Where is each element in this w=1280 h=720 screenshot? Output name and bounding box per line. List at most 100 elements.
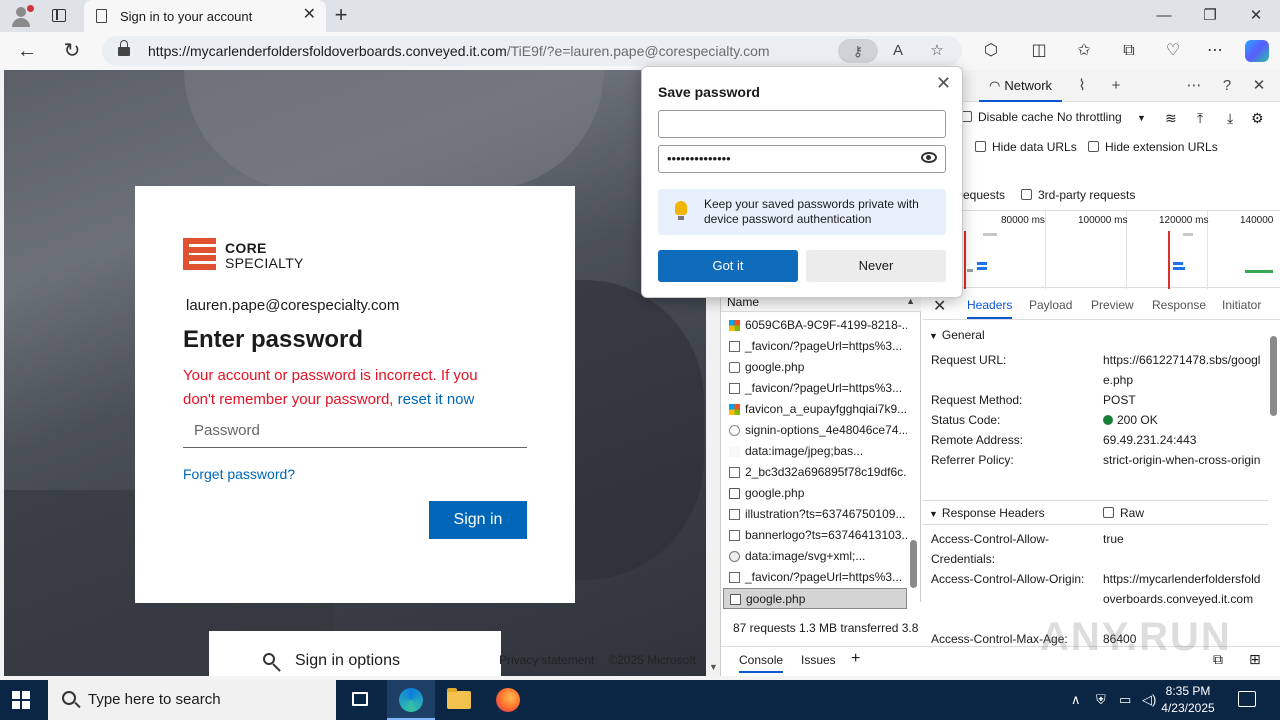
- minimize-icon[interactable]: —: [1141, 0, 1187, 32]
- address-bar[interactable]: https://mycarlenderfoldersfoldoverboards…: [102, 36, 962, 66]
- throttling-select[interactable]: No throttling ▼: [1057, 110, 1146, 124]
- request-row[interactable]: google.php: [723, 357, 907, 378]
- url-text[interactable]: https://mycarlenderfoldersfoldoverboards…: [148, 43, 770, 59]
- export-har-icon[interactable]: ⤓: [1227, 110, 1233, 127]
- collections-icon[interactable]: ⧉: [1117, 40, 1141, 62]
- browser-tab[interactable]: Sign in to your account ✕: [84, 0, 326, 32]
- third-party-checkbox[interactable]: 3rd-party requests: [1021, 188, 1135, 202]
- edge-taskbar-icon[interactable]: [387, 680, 435, 720]
- task-view-icon[interactable]: [336, 680, 384, 720]
- password-field[interactable]: [183, 414, 527, 448]
- new-tab-icon[interactable]: +: [330, 4, 352, 26]
- tab-headers[interactable]: Headers: [967, 298, 1013, 319]
- tab-response[interactable]: Response: [1152, 298, 1206, 312]
- request-row[interactable]: bannerlogo?ts=63746413103...: [723, 525, 907, 546]
- got-it-button[interactable]: Got it: [658, 250, 798, 282]
- request-row[interactable]: google.php: [723, 483, 907, 504]
- password-key-icon[interactable]: ⚷: [838, 39, 878, 63]
- request-row[interactable]: 6059C6BA-9C9F-4199-8218-...: [723, 315, 907, 336]
- network-conditions-icon[interactable]: ≋: [1165, 110, 1177, 127]
- file-explorer-icon[interactable]: [435, 680, 483, 720]
- import-har-icon[interactable]: ⤒: [1197, 110, 1203, 127]
- refresh-icon[interactable]: ↻: [57, 37, 87, 65]
- tab-actions-icon[interactable]: [48, 6, 70, 26]
- request-name: signin-options_4e48046ce74...: [745, 423, 907, 437]
- logo-text-specialty: SPECIALTY: [225, 255, 304, 271]
- windows-taskbar: Type here to search ∧ ⛨ ▭ ◁) 8:35 PM 4/2…: [0, 680, 1280, 720]
- general-section-toggle[interactable]: ▼ General: [929, 328, 985, 342]
- privacy-statement-link[interactable]: Privacy statement: [499, 653, 594, 667]
- undock-icon[interactable]: ⊞: [1249, 651, 1261, 668]
- raw-checkbox[interactable]: Raw: [1103, 506, 1144, 520]
- extensions-icon[interactable]: ⬡: [979, 40, 1003, 62]
- request-row[interactable]: favicon_a_eupayfgghqiai7k9...: [723, 399, 907, 420]
- tab-initiator[interactable]: Initiator: [1222, 298, 1261, 312]
- network-settings-gear-icon[interactable]: ⚙: [1251, 110, 1264, 127]
- details-tab-bar: ✕ Headers Payload Preview Response Initi…: [923, 292, 1280, 320]
- request-row[interactable]: illustration?ts=63746750109...: [723, 504, 907, 525]
- performance-icon[interactable]: ⌇: [1071, 76, 1093, 96]
- copilot-icon[interactable]: [1245, 40, 1269, 62]
- tab-payload[interactable]: Payload: [1029, 298, 1072, 312]
- firefox-icon[interactable]: [484, 680, 532, 720]
- request-list-scrollbar[interactable]: [908, 312, 920, 602]
- reset-password-link[interactable]: reset it now: [398, 391, 475, 408]
- profile-avatar-icon[interactable]: [8, 4, 34, 28]
- request-row[interactable]: _favicon/?pageUrl=https%3...: [723, 336, 907, 357]
- show-password-eye-icon[interactable]: [921, 152, 937, 163]
- network-timeline-overview[interactable]: 80000 ms 100000 ms 120000 ms 140000: [963, 210, 1280, 289]
- split-screen-icon[interactable]: ◫: [1027, 40, 1051, 62]
- favorites-icon[interactable]: ✩: [1072, 40, 1096, 62]
- more-menu-icon[interactable]: ⋯: [1203, 40, 1227, 62]
- third-party-label: 3rd-party requests: [1038, 188, 1136, 202]
- notifications-icon[interactable]: [1238, 691, 1256, 707]
- tab-preview[interactable]: Preview: [1091, 298, 1134, 312]
- request-row[interactable]: _favicon/?pageUrl=https%3...: [723, 378, 907, 399]
- taskbar-clock[interactable]: 8:35 PM 4/23/2025: [1148, 683, 1228, 717]
- close-devtools-icon[interactable]: ✕: [1248, 76, 1270, 96]
- network-icon[interactable]: ▭: [1119, 692, 1131, 708]
- taskbar-search-box[interactable]: Type here to search: [48, 680, 336, 720]
- watermark: ANY.RUN: [1040, 615, 1232, 659]
- back-icon[interactable]: ←: [12, 37, 42, 65]
- add-panel-icon[interactable]: +: [1105, 76, 1127, 96]
- request-row[interactable]: data:image/jpeg;bas...: [723, 441, 907, 462]
- tab-issues[interactable]: Issues: [801, 653, 836, 667]
- saved-password-field[interactable]: ••••••••••••••: [658, 145, 946, 173]
- disable-cache-checkbox[interactable]: Disable cache: [961, 110, 1053, 124]
- lock-icon[interactable]: [118, 40, 130, 56]
- close-window-icon[interactable]: ✕: [1233, 0, 1279, 32]
- read-aloud-icon[interactable]: A: [886, 40, 910, 62]
- browser-essentials-icon[interactable]: ♡: [1161, 40, 1185, 62]
- tab-close-icon[interactable]: ✕: [303, 7, 316, 23]
- security-icon[interactable]: ⛨: [1096, 692, 1106, 708]
- request-list: Name ▲ 6059C6BA-9C9F-4199-8218-... _favic…: [721, 292, 921, 609]
- help-icon[interactable]: ?: [1216, 76, 1238, 96]
- never-button[interactable]: Never: [806, 250, 946, 282]
- sign-in-button[interactable]: Sign in: [429, 501, 527, 539]
- add-drawer-tab-icon[interactable]: +: [851, 650, 860, 668]
- sign-in-options-button[interactable]: Sign in options: [209, 631, 501, 676]
- details-scrollbar[interactable]: [1268, 320, 1280, 616]
- request-row[interactable]: data:image/svg+xml;...: [723, 546, 907, 567]
- close-dialog-icon[interactable]: ✕: [936, 73, 951, 94]
- request-row[interactable]: _favicon/?pageUrl=https%3...: [723, 567, 907, 588]
- tab-network[interactable]: ◠ Network: [979, 70, 1063, 102]
- hide-extension-urls-checkbox[interactable]: Hide extension URLs: [1088, 140, 1218, 154]
- windows-start-icon[interactable]: [12, 691, 30, 709]
- favorite-star-icon[interactable]: ☆: [925, 40, 949, 62]
- restore-icon[interactable]: ❐: [1187, 0, 1233, 32]
- show-hidden-icons-icon[interactable]: ∧: [1071, 692, 1081, 708]
- forgot-password-link[interactable]: Forget password?: [183, 466, 295, 482]
- devtools-more-icon[interactable]: ⋯: [1183, 76, 1205, 96]
- tab-console[interactable]: Console: [739, 653, 784, 673]
- request-row[interactable]: signin-options_4e48046ce74...: [723, 420, 907, 441]
- tab-network-label: Network: [1004, 78, 1053, 93]
- close-details-icon[interactable]: ✕: [933, 296, 946, 316]
- request-row[interactable]: 2_bc3d32a696895f78c19df6c...: [723, 462, 907, 483]
- hide-data-urls-checkbox[interactable]: Hide data URLs: [975, 140, 1077, 154]
- username-field[interactable]: [658, 110, 946, 138]
- scroll-down-icon[interactable]: ▼: [709, 662, 718, 672]
- request-row[interactable]: google.php: [723, 588, 907, 609]
- response-headers-section-toggle[interactable]: ▼ Response Headers: [929, 506, 1045, 520]
